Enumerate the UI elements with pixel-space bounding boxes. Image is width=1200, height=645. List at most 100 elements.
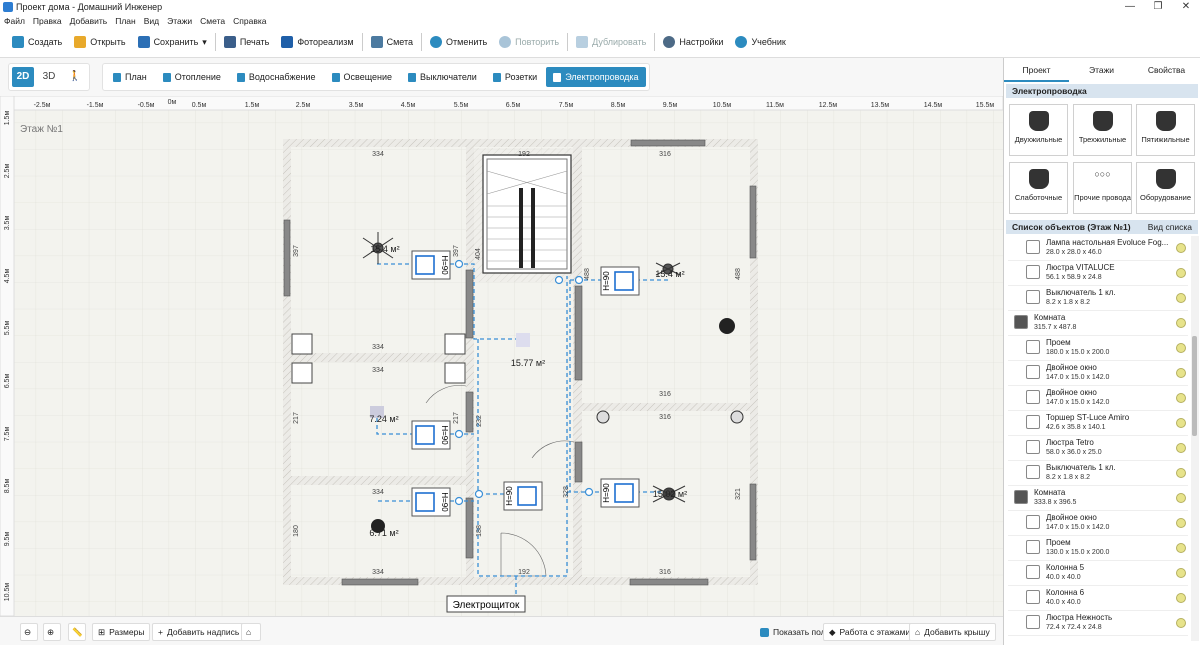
tab-project[interactable]: Проект [1004,58,1069,82]
walk-mode-button[interactable]: 🚶 [64,67,86,87]
eye-icon[interactable] [1176,368,1186,378]
menu-edit[interactable]: Правка [33,16,62,26]
duplicate-button[interactable]: Дублировать [570,30,652,54]
menu-add[interactable]: Добавить [70,16,108,26]
tab-properties[interactable]: Свойства [1134,58,1199,82]
view-3d-button[interactable]: 3D [38,67,60,87]
switch-box[interactable]: H=90 [411,250,451,280]
list-item[interactable]: Выключатель 1 кл. 8.2 x 1.8 x 8.2 [1008,286,1188,311]
table-lamp-icon[interactable] [719,318,735,334]
eye-icon[interactable] [1176,468,1186,478]
eye-icon[interactable] [1176,418,1186,428]
eye-icon[interactable] [1176,518,1186,528]
switch-box[interactable]: H=90 [600,266,640,296]
open-button[interactable]: Открыть [68,30,131,54]
category-button[interactable]: Слаботочные [1009,162,1068,214]
list-item[interactable]: Комната 315.7 x 487.8 [1008,311,1188,336]
menu-file[interactable]: Файл [4,16,25,26]
list-view-button[interactable]: Вид списка [1148,220,1192,234]
menu-floors[interactable]: Этажи [167,16,192,26]
switch-box[interactable]: H=90 [411,420,451,450]
list-item[interactable]: Проем 180.0 x 15.0 x 200.0 [1008,336,1188,361]
eye-icon[interactable] [1176,618,1186,628]
eye-icon[interactable] [1176,268,1186,278]
list-item[interactable]: Люстра Tetro 58.0 x 36.0 x 25.0 [1008,436,1188,461]
mode-water[interactable]: Водоснабжение [230,67,323,87]
mode-wiring[interactable]: Электропроводка [546,67,646,87]
ruler-button[interactable]: 📏 [68,623,86,641]
close-button[interactable]: ✕ [1172,0,1200,14]
add-roof-button[interactable]: ⌂ Добавить крышу [909,623,996,641]
dimensions-button[interactable]: ⊞ Размеры [92,623,151,641]
switch-box[interactable]: H=90 [503,481,543,511]
floors-button[interactable]: ◆ Работа с этажами [823,623,917,641]
save-dropdown-icon[interactable]: ▾ [202,37,207,48]
checkbox-icon[interactable] [760,627,769,637]
list-item[interactable]: Колонна 5 40.0 x 40.0 [1008,561,1188,586]
eye-icon[interactable] [1176,568,1186,578]
minimize-button[interactable]: — [1116,0,1144,14]
list-item[interactable]: Лампа настольная Evoluce Fog... 28.0 x 28… [1008,236,1188,261]
category-button[interactable]: Пятижильные [1136,104,1195,156]
add-label-button[interactable]: + Добавить надпись [152,623,246,641]
create-button[interactable]: Создать [6,30,68,54]
sconce-icon[interactable] [730,410,744,424]
eye-icon[interactable] [1176,293,1186,303]
eye-icon[interactable] [1176,593,1186,603]
print-button[interactable]: Печать [218,30,275,54]
menu-help[interactable]: Справка [233,16,266,26]
zoom-out-button[interactable]: ⊖ [20,623,38,641]
floor-plan-drawing[interactable]: -2.5м -1.5м -0.5м 0м 0.5м 1.5м 2.5м 3.5м 4.5м 5.5… [0,96,1003,616]
estimate-button[interactable]: Смета [365,30,419,54]
list-item[interactable]: Проем 130.0 x 15.0 x 200.0 [1008,536,1188,561]
tutorial-button[interactable]: Учебник [729,30,791,54]
mode-switches[interactable]: Выключатели [401,67,484,87]
eye-icon[interactable] [1176,318,1186,328]
mode-lighting[interactable]: Освещение [325,67,400,87]
eye-icon[interactable] [1176,343,1186,353]
mode-sockets[interactable]: Розетки [486,67,544,87]
category-button[interactable]: Двухжильные [1009,104,1068,156]
staircase[interactable] [482,154,572,274]
object-list-scrollbar[interactable] [1191,236,1199,641]
home-button[interactable]: ⌂ [241,623,261,641]
list-item[interactable]: Комната 333.8 x 396.5 [1008,486,1188,511]
photoreal-button[interactable]: Фотореализм [275,30,359,54]
redo-button[interactable]: Повторить [493,30,565,54]
eye-icon[interactable] [1176,393,1186,403]
eye-icon[interactable] [1176,493,1186,503]
zoom-in-button[interactable]: ⊕ [43,623,61,641]
undo-button[interactable]: Отменить [424,30,493,54]
list-item[interactable]: Люстра Нежность 72.4 x 72.4 x 24.8 [1008,611,1188,636]
eye-icon[interactable] [1176,443,1186,453]
settings-button[interactable]: Настройки [657,30,729,54]
save-button[interactable]: Сохранить ▾ [132,30,213,54]
list-item[interactable]: Двойное окно 147.0 x 15.0 x 142.0 [1008,511,1188,536]
list-item[interactable]: Двойное окно 147.0 x 15.0 x 142.0 [1008,386,1188,411]
eye-icon[interactable] [1176,243,1186,253]
scrollbar-thumb[interactable] [1192,336,1197,436]
mode-plan[interactable]: План [106,67,154,87]
list-item[interactable]: Торшер ST-Luce Amiro 42.6 x 35.8 x 140.1 [1008,411,1188,436]
show-floor-toggle[interactable]: Показать пол [755,623,831,641]
list-item[interactable]: Выключатель 1 кл. 8.2 x 1.8 x 8.2 [1008,461,1188,486]
menu-plan[interactable]: План [115,16,136,26]
mode-heating[interactable]: Отопление [156,67,228,87]
ceiling-light-icon[interactable] [516,333,530,347]
menu-view[interactable]: Вид [144,16,159,26]
menu-estimate[interactable]: Смета [200,16,225,26]
category-button[interactable]: Оборудование [1136,162,1195,214]
maximize-button[interactable]: ❐ [1144,0,1172,14]
switch-box[interactable]: H=90 [411,487,451,517]
plan-canvas[interactable]: -2.5м -1.5м -0.5м 0м 0.5м 1.5м 2.5м 3.5м 4.5м 5.5… [0,96,1003,616]
tab-floors[interactable]: Этажи [1069,58,1134,82]
eye-icon[interactable] [1176,543,1186,553]
sconce-icon[interactable] [596,410,610,424]
switch-box[interactable]: H=90 [600,478,640,508]
list-item[interactable]: Колонна 6 40.0 x 40.0 [1008,586,1188,611]
list-item[interactable]: Люстра VITALUCE 56.1 x 58.9 x 24.8 [1008,261,1188,286]
list-item[interactable]: Двойное окно 147.0 x 15.0 x 142.0 [1008,361,1188,386]
object-list[interactable]: Лампа настольная Evoluce Fog... 28.0 x 28… [1004,236,1192,645]
category-button[interactable]: Трехжильные [1073,104,1132,156]
category-button[interactable]: ○○○ Прочие провода [1073,162,1132,214]
